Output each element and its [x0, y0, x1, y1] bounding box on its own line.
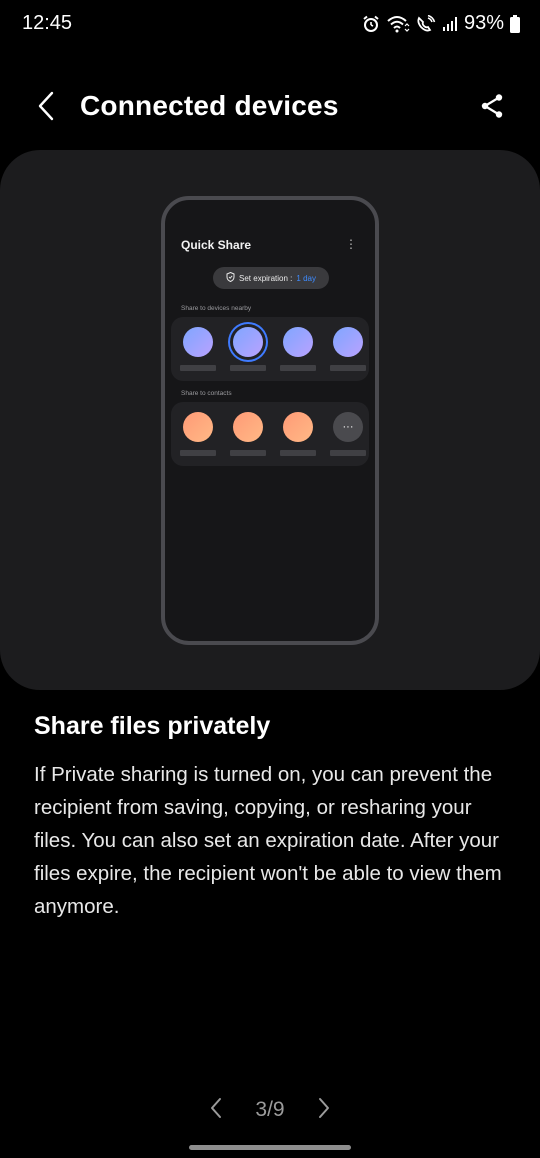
- expiration-value: 1 day: [296, 273, 316, 283]
- more-contacts-icon: ···: [333, 412, 363, 442]
- illustration-card: Quick Share ⋮ Set expiration : 1 day Sha…: [0, 150, 540, 690]
- alarm-icon: [362, 15, 380, 33]
- section-label-devices: Share to devices nearby: [181, 305, 252, 312]
- more-options-icon: ⋮: [345, 237, 357, 251]
- device-name-placeholder: [180, 365, 216, 371]
- chevron-left-icon: [37, 91, 55, 126]
- contact-name-placeholder: [330, 450, 366, 456]
- device-avatar-selected: [233, 327, 263, 357]
- contact-avatar: [283, 412, 313, 442]
- feature-description: If Private sharing is turned on, you can…: [34, 763, 502, 918]
- device-avatar: [283, 327, 313, 357]
- device-name-placeholder: [280, 365, 316, 371]
- chevron-left-icon: [210, 1097, 222, 1124]
- contacts-panel: ···: [171, 402, 369, 466]
- device-name-placeholder: [230, 365, 266, 371]
- device-name-placeholder: [330, 365, 366, 371]
- battery-percent: 93%: [463, 12, 504, 34]
- feature-heading: Share files privately: [34, 712, 271, 740]
- pager: 3/9: [0, 1092, 540, 1128]
- contact-avatar: [183, 412, 213, 442]
- expiration-chip: Set expiration : 1 day: [213, 267, 329, 289]
- home-indicator[interactable]: [189, 1145, 351, 1150]
- contact-name-placeholder: [280, 450, 316, 456]
- page-indicator: 3/9: [255, 1098, 285, 1121]
- previous-page-button[interactable]: [203, 1095, 229, 1125]
- section-label-contacts: Share to contacts: [181, 390, 232, 397]
- quick-share-title: Quick Share: [181, 238, 252, 252]
- back-button[interactable]: [28, 88, 64, 128]
- page-title: Connected devices: [80, 90, 339, 121]
- chevron-right-icon: [318, 1097, 330, 1124]
- contact-avatar: [233, 412, 263, 442]
- share-button[interactable]: [472, 88, 512, 128]
- device-avatar: [183, 327, 213, 357]
- status-bar: 12:45 93%: [0, 0, 540, 48]
- phone-screen: Quick Share ⋮ Set expiration : 1 day Sha…: [165, 200, 375, 641]
- battery-icon: [510, 14, 520, 33]
- status-icons: 93%: [362, 12, 520, 35]
- devices-panel: [171, 317, 369, 381]
- expiration-label: Set expiration :: [239, 273, 293, 283]
- status-time: 12:45: [22, 12, 73, 34]
- app-header: Connected devices: [0, 80, 540, 136]
- contact-name-placeholder: [180, 450, 216, 456]
- share-icon: [480, 93, 504, 124]
- signal-icon: [442, 16, 458, 32]
- device-avatar: [333, 327, 363, 357]
- next-page-button[interactable]: [311, 1095, 337, 1125]
- phone-illustration: Quick Share ⋮ Set expiration : 1 day Sha…: [161, 196, 379, 645]
- wifi-calling-icon: [386, 15, 410, 33]
- volte-call-icon: [416, 14, 436, 33]
- shield-icon: [226, 271, 235, 284]
- contact-name-placeholder: [230, 450, 266, 456]
